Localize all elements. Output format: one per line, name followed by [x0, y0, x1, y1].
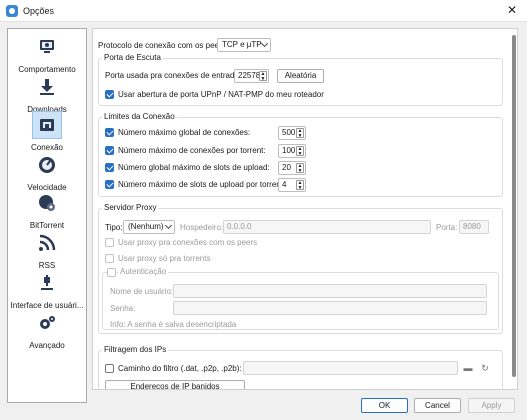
spin-arrows-icon[interactable]: ▲ ▼	[259, 71, 267, 82]
chevron-down-icon	[260, 39, 269, 48]
gears-icon	[40, 316, 55, 329]
ip-filter-checkbox[interactable]	[105, 364, 114, 373]
max-upload-slots-label: Número global máximo de slots de upload:	[118, 163, 270, 172]
max-connections-checkbox[interactable]	[105, 128, 114, 137]
sidebar-item-conexao[interactable]: Conexão	[8, 111, 86, 152]
protocol-label: Protocolo de conexão com os peers:	[98, 41, 228, 50]
max-connections-torrent-spinbox[interactable]: 100 ▲ ▼	[278, 144, 306, 158]
ip-filter-title: Filtragem dos IPs	[102, 345, 169, 354]
password-label: Senha:	[110, 304, 136, 313]
settings-panel: Protocolo de conexão com os peers: TCP e…	[92, 28, 518, 390]
port-label: Porta usada pra conexões de entrada:	[105, 71, 242, 80]
listening-port-title: Porta de Escuta	[102, 53, 163, 62]
vertical-scrollbar[interactable]	[512, 35, 516, 377]
password-info-text: Info: A senha é salva desencriptada	[110, 320, 237, 329]
auth-title: Autenticação	[118, 267, 169, 276]
username-input[interactable]	[173, 284, 487, 298]
proxy-peers-label: Usar proxy pra conexões com os peers	[118, 238, 258, 247]
max-upload-slots-spinbox[interactable]: 20 ▲ ▼	[278, 161, 306, 175]
folder-icon[interactable]: ▬	[461, 361, 475, 375]
auth-checkbox[interactable]	[107, 268, 116, 277]
proxy-port-value: 8080	[463, 222, 481, 231]
upnp-label: Usar abertura de porta UPnP / NAT-PMP do…	[118, 90, 324, 99]
max-connections-value: 500	[282, 128, 296, 137]
apply-button[interactable]: Apply	[468, 398, 515, 413]
banned-ips-button[interactable]: Endereços de IP banidos manualmente...	[105, 380, 245, 389]
spin-arrows-icon[interactable]: ▲ ▼	[296, 128, 304, 139]
username-label: Nome de usuário:	[110, 287, 174, 296]
proxy-port-label: Porta:	[436, 223, 458, 232]
webui-icon	[41, 275, 53, 290]
sidebar-item-velocidade[interactable]: Velocidade	[8, 151, 86, 192]
max-connections-label: Número máximo global de conexões:	[118, 128, 251, 137]
proxy-host-label: Hospedeiro:	[180, 223, 224, 232]
protocol-select[interactable]: TCP e μTP	[217, 38, 271, 52]
download-icon	[40, 79, 54, 95]
proxy-title: Servidor Proxy	[102, 203, 159, 212]
max-connections-torrent-value: 100	[282, 146, 296, 155]
max-upload-slots-torrent-label: Número máximo de slots de upload por tor…	[118, 180, 286, 189]
sidebar-item-comportamento[interactable]: Comportamento	[8, 33, 86, 74]
spin-arrows-icon[interactable]: ▲ ▼	[296, 146, 304, 157]
globe-gear-icon	[39, 195, 55, 211]
max-upload-slots-torrent-checkbox[interactable]	[105, 180, 114, 189]
upnp-checkbox[interactable]	[105, 90, 114, 99]
connection-limits-title: Limites da Conexão	[102, 112, 177, 121]
proxy-type-value: (Nenhum)	[128, 222, 164, 231]
title-bar: Opções ✕	[0, 0, 527, 22]
sidebar-item-downloads[interactable]: Downloads	[8, 73, 86, 114]
max-upload-slots-checkbox[interactable]	[105, 163, 114, 172]
sidebar-item-rss[interactable]: RSS	[8, 229, 86, 270]
spin-arrows-icon[interactable]: ▲ ▼	[296, 163, 304, 174]
port-value: 22578	[238, 71, 261, 80]
proxy-port-input[interactable]: 8080	[459, 220, 489, 234]
reload-icon[interactable]: ↻	[478, 361, 492, 375]
max-upload-slots-torrent-spinbox[interactable]: 4 ▲ ▼	[278, 178, 306, 192]
proxy-type-label: Tipo:	[105, 223, 123, 232]
sidebar-item-avancado[interactable]: Avançado	[8, 309, 86, 350]
speedometer-icon	[39, 157, 55, 173]
proxy-torrents-only-label: Usar proxy só pra torrents	[118, 254, 211, 263]
max-upload-slots-value: 20	[282, 163, 291, 172]
close-button[interactable]: ✕	[497, 0, 527, 22]
cancel-button[interactable]: Cancel	[414, 398, 461, 413]
sidebar: Comportamento Downloads Conexão Velocida…	[7, 28, 87, 403]
network-icon	[40, 119, 54, 131]
ok-button[interactable]: OK	[361, 398, 408, 413]
max-connections-torrent-checkbox[interactable]	[105, 146, 114, 155]
chevron-down-icon	[164, 221, 173, 230]
monitor-icon	[40, 40, 54, 53]
proxy-host-input[interactable]: 0.0.0.0	[223, 220, 431, 234]
password-input[interactable]	[173, 301, 487, 315]
protocol-select-value: TCP e μTP	[222, 40, 262, 49]
proxy-host-value: 0.0.0.0	[227, 222, 252, 231]
port-spinbox[interactable]: 22578 ▲ ▼	[234, 69, 269, 83]
proxy-torrents-only-checkbox[interactable]	[105, 254, 114, 263]
proxy-peers-checkbox[interactable]	[105, 238, 114, 247]
sidebar-item-label: Avançado	[29, 341, 65, 350]
random-port-button[interactable]: Aleatória	[277, 69, 324, 83]
spin-arrows-icon[interactable]: ▲ ▼	[296, 180, 304, 191]
max-connections-torrent-label: Número máximo de conexões por torrent:	[118, 146, 266, 155]
max-upload-slots-torrent-value: 4	[282, 180, 287, 189]
sidebar-item-interface[interactable]: Interface de usuári...	[8, 269, 86, 310]
app-icon	[6, 5, 18, 17]
max-connections-spinbox[interactable]: 500 ▲ ▼	[278, 126, 306, 140]
proxy-type-select[interactable]: (Nenhum)	[123, 220, 175, 234]
window-title: Opções	[23, 6, 55, 16]
ip-filter-path-input[interactable]	[243, 361, 458, 375]
ip-filter-path-label: Caminho do filtro (.dat, .p2p, .p2b):	[118, 364, 242, 373]
sidebar-item-bittorrent[interactable]: BitTorrent	[8, 189, 86, 230]
rss-icon	[39, 234, 56, 251]
